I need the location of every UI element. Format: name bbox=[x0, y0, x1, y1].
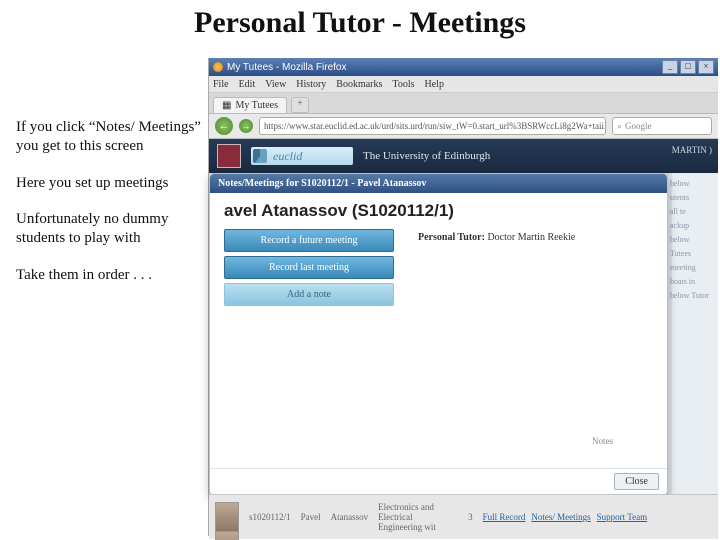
student-photo-thumb bbox=[215, 502, 239, 532]
tab-favicon: ▦ bbox=[222, 100, 231, 111]
window-minimize-button[interactable]: _ bbox=[662, 60, 678, 74]
browser-menubar: File Edit View History Bookmarks Tools H… bbox=[209, 76, 718, 93]
university-crest-icon bbox=[217, 144, 241, 168]
browser-tabbar: ▦ My Tutees + bbox=[209, 93, 718, 114]
university-name: The University of Edinburgh bbox=[363, 150, 490, 162]
forward-button[interactable]: → bbox=[239, 119, 253, 133]
link-notes-meetings[interactable]: Notes/ Meetings bbox=[531, 512, 590, 522]
browser-titlebar: My Tutees - Mozilla Firefox _ □ × bbox=[209, 58, 718, 76]
firefox-icon bbox=[213, 62, 223, 72]
student-photo-thumb bbox=[215, 531, 239, 540]
bg-word: below bbox=[670, 233, 716, 247]
personal-tutor-label: Personal Tutor: bbox=[418, 232, 487, 243]
slide-text: If you click “Notes/ Meetings” you get t… bbox=[16, 118, 204, 303]
record-last-meeting-button[interactable]: Record last meeting bbox=[224, 256, 394, 279]
dialog-close-button[interactable]: Close bbox=[614, 473, 659, 490]
tab-label: My Tutees bbox=[235, 100, 278, 111]
search-box[interactable]: ⌕ Google bbox=[612, 117, 712, 135]
student-year: 3 bbox=[468, 512, 473, 522]
menu-edit[interactable]: Edit bbox=[239, 79, 256, 90]
notes-meetings-dialog: Notes/Meetings for S1020112/1 - Pavel At… bbox=[209, 173, 668, 495]
window-maximize-button[interactable]: □ bbox=[680, 60, 696, 74]
student-row-strip: s1020112/1 Pavel Atanassov Electronics a… bbox=[209, 494, 718, 539]
slide-para-1: If you click “Notes/ Meetings” you get t… bbox=[16, 118, 204, 156]
menu-help[interactable]: Help bbox=[425, 79, 444, 90]
page-content: euclid The University of Edinburgh MARTI… bbox=[209, 139, 718, 539]
add-note-button[interactable]: Add a note bbox=[224, 283, 394, 306]
notes-label: Notes bbox=[210, 436, 621, 446]
link-full-record[interactable]: Full Record bbox=[483, 512, 526, 522]
window-close-button[interactable]: × bbox=[698, 60, 714, 74]
slide-title: Personal Tutor - Meetings bbox=[0, 6, 720, 40]
bg-word: meeting bbox=[670, 261, 716, 275]
back-button[interactable]: ← bbox=[215, 117, 233, 135]
menu-tools[interactable]: Tools bbox=[392, 79, 414, 90]
logged-in-user: MARTIN ) bbox=[672, 145, 712, 155]
student-name-heading: avel Atanassov (S1020112/1) bbox=[224, 201, 653, 221]
bg-word: utents bbox=[670, 191, 716, 205]
menu-bookmarks[interactable]: Bookmarks bbox=[336, 79, 382, 90]
record-future-meeting-button[interactable]: Record a future meeting bbox=[224, 229, 394, 252]
bg-word: boats in below Tutor bbox=[670, 275, 716, 303]
student-first: Pavel bbox=[301, 512, 321, 522]
window-title: My Tutees - Mozilla Firefox bbox=[227, 62, 346, 73]
personal-tutor-name: Doctor Martin Reekie bbox=[487, 232, 575, 243]
menu-file[interactable]: File bbox=[213, 79, 229, 90]
address-bar[interactable]: https://www.star.euclid.ed.ac.uk/urd/sit… bbox=[259, 117, 606, 135]
slide-para-3: Unfortunately no dummy students to play … bbox=[16, 210, 204, 248]
background-sidebar: below utents all te ackup below Tutees m… bbox=[667, 173, 718, 499]
new-tab-button[interactable]: + bbox=[291, 97, 309, 113]
menu-view[interactable]: View bbox=[265, 79, 286, 90]
student-last: Atanassov bbox=[331, 512, 369, 522]
university-banner: euclid The University of Edinburgh MARTI… bbox=[209, 139, 718, 173]
student-action-links: Full Record Notes/ Meetings Support Team bbox=[483, 512, 647, 522]
menu-history[interactable]: History bbox=[296, 79, 326, 90]
student-programme: Electronics and Electrical Engineering w… bbox=[378, 502, 458, 532]
bg-word: all te bbox=[670, 205, 716, 219]
browser-tab[interactable]: ▦ My Tutees bbox=[213, 97, 287, 113]
search-placeholder: Google bbox=[625, 121, 652, 131]
slide-para-2: Here you set up meetings bbox=[16, 174, 204, 193]
screenshot: My Tutees - Mozilla Firefox _ □ × File E… bbox=[208, 58, 718, 536]
bg-word: below bbox=[670, 177, 716, 191]
euclid-logo: euclid bbox=[251, 147, 353, 165]
student-id: s1020112/1 bbox=[249, 512, 291, 522]
personal-tutor-line: Personal Tutor: Doctor Martin Reekie bbox=[418, 232, 575, 243]
browser-urlbar: ← → https://www.star.euclid.ed.ac.uk/urd… bbox=[209, 114, 718, 139]
dialog-header: Notes/Meetings for S1020112/1 - Pavel At… bbox=[210, 174, 667, 193]
search-icon: ⌕ bbox=[617, 121, 622, 132]
bg-word: ackup bbox=[670, 219, 716, 233]
link-support-team[interactable]: Support Team bbox=[597, 512, 647, 522]
slide-para-4: Take them in order . . . bbox=[16, 266, 204, 285]
bg-word: Tutees bbox=[670, 247, 716, 261]
